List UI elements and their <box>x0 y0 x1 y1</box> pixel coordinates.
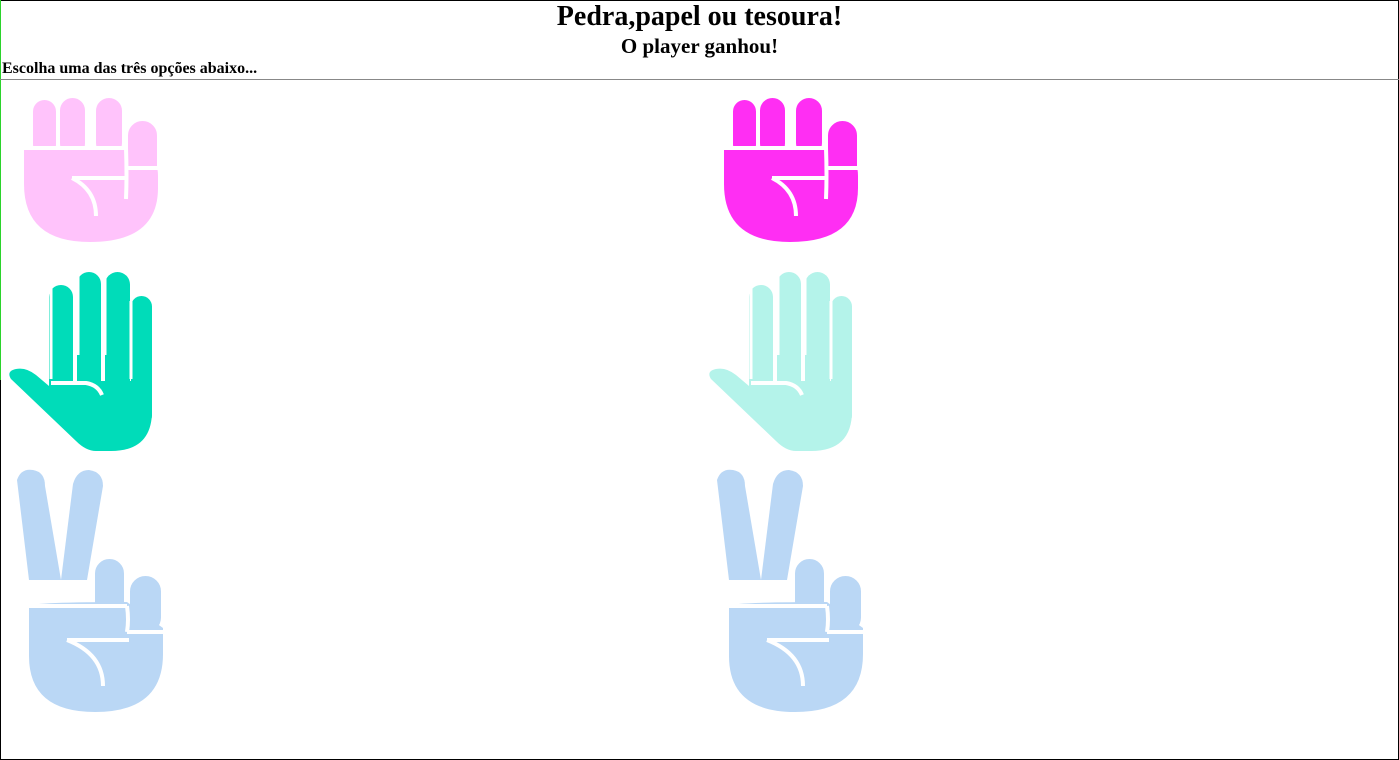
computer-scissors-choice <box>711 468 865 714</box>
paper-open-hand-icon <box>709 272 852 451</box>
computer-rock-choice <box>722 94 861 244</box>
scissors-peace-hand-icon <box>17 469 165 712</box>
rock-fist-icon <box>24 94 161 242</box>
player-scissors-button[interactable] <box>11 468 165 714</box>
computer-paper-choice <box>706 271 856 453</box>
instruction-text: Escolha uma das três opções abaixo... <box>2 60 258 77</box>
scissors-peace-hand-icon <box>717 469 865 712</box>
rock-fist-icon <box>724 94 861 242</box>
page-title: Pedra,papel ou tesoura! <box>556 1 843 32</box>
page-frame <box>0 0 1399 760</box>
player-rock-button[interactable] <box>22 94 161 244</box>
player-paper-button[interactable] <box>6 271 156 453</box>
result-message: O player ganhou! <box>620 34 779 58</box>
header: Pedra,papel ou tesoura! O player ganhou!… <box>0 0 1399 80</box>
paper-open-hand-icon <box>9 272 153 451</box>
